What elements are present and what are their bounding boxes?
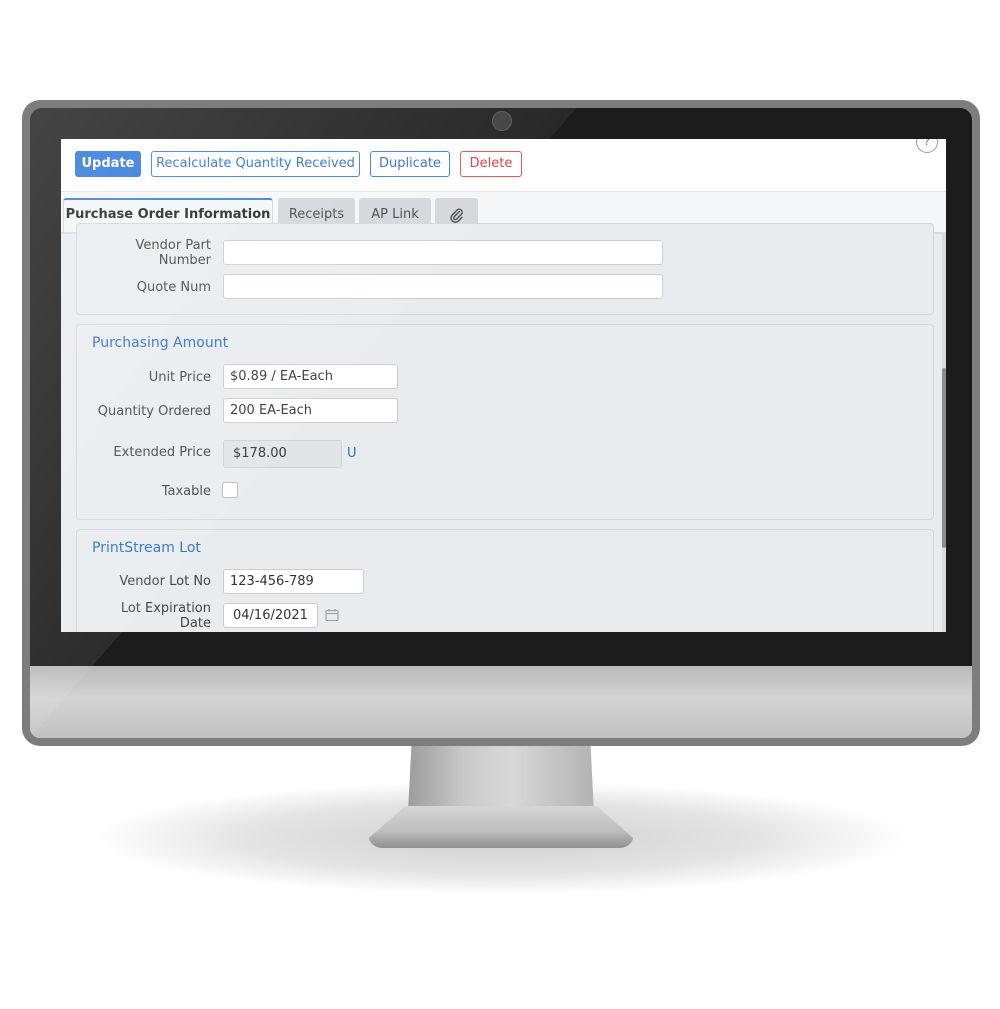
quote-num-input[interactable]: [223, 274, 663, 299]
paperclip-icon: [449, 208, 463, 223]
vendor-part-number-label: Vendor Part Number: [135, 238, 211, 268]
quantity-ordered-label: Quantity Ordered: [97, 404, 211, 419]
vendor-details-panel: Vendor Part Number Quote Num: [76, 223, 934, 315]
purchasing-amount-title: Purchasing Amount: [92, 335, 229, 351]
monitor-chin: [30, 666, 972, 738]
printstream-lot-panel: PrintStream Lot Vendor Lot No 123-456-78…: [76, 529, 934, 632]
app-screen: Update Recalculate Quantity Received Dup…: [61, 139, 946, 632]
duplicate-button[interactable]: Duplicate: [370, 151, 450, 177]
taxable-label: Taxable: [161, 484, 211, 499]
action-toolbar: Update Recalculate Quantity Received Dup…: [61, 139, 946, 192]
monitor-stand-neck: [408, 740, 594, 812]
unit-price-label: Unit Price: [148, 370, 211, 385]
extended-price-field: $178.00: [223, 440, 342, 468]
scrollbar-thumb[interactable]: [942, 368, 946, 548]
quantity-ordered-input[interactable]: 200 EA-Each: [223, 398, 398, 423]
lot-expiration-label-line1: Lot Expiration: [120, 601, 211, 616]
update-button[interactable]: Update: [75, 151, 141, 177]
printstream-lot-title: PrintStream Lot: [92, 540, 201, 556]
delete-button[interactable]: Delete: [460, 151, 522, 177]
unit-price-input[interactable]: $0.89 / EA-Each: [223, 364, 398, 389]
camera-icon: [492, 111, 512, 131]
lot-expiration-label-line2: Date: [179, 616, 211, 631]
vendor-lot-no-input[interactable]: 123-456-789: [223, 569, 364, 594]
quote-num-label: Quote Num: [136, 280, 211, 295]
extended-price-label: Extended Price: [113, 445, 211, 460]
lot-expiration-date-label: Lot Expiration Date: [87, 601, 211, 631]
recalculate-quantity-received-button[interactable]: Recalculate Quantity Received: [151, 151, 360, 177]
taxable-checkbox[interactable]: [222, 482, 238, 498]
purchasing-amount-panel: Purchasing Amount Unit Price $0.89 / EA-…: [76, 324, 934, 520]
vendor-lot-no-label: Vendor Lot No: [119, 574, 211, 589]
help-icon[interactable]: ?: [916, 139, 938, 153]
lot-expiration-date-input[interactable]: 04/16/2021: [223, 603, 318, 628]
form-content: Vendor Part Number Quote Num Purchasing …: [61, 223, 946, 632]
vendor-part-number-input[interactable]: [223, 240, 663, 265]
calendar-icon[interactable]: [325, 608, 339, 622]
extended-price-unit-link[interactable]: U: [347, 446, 357, 461]
monitor-stand-base: [368, 806, 634, 848]
